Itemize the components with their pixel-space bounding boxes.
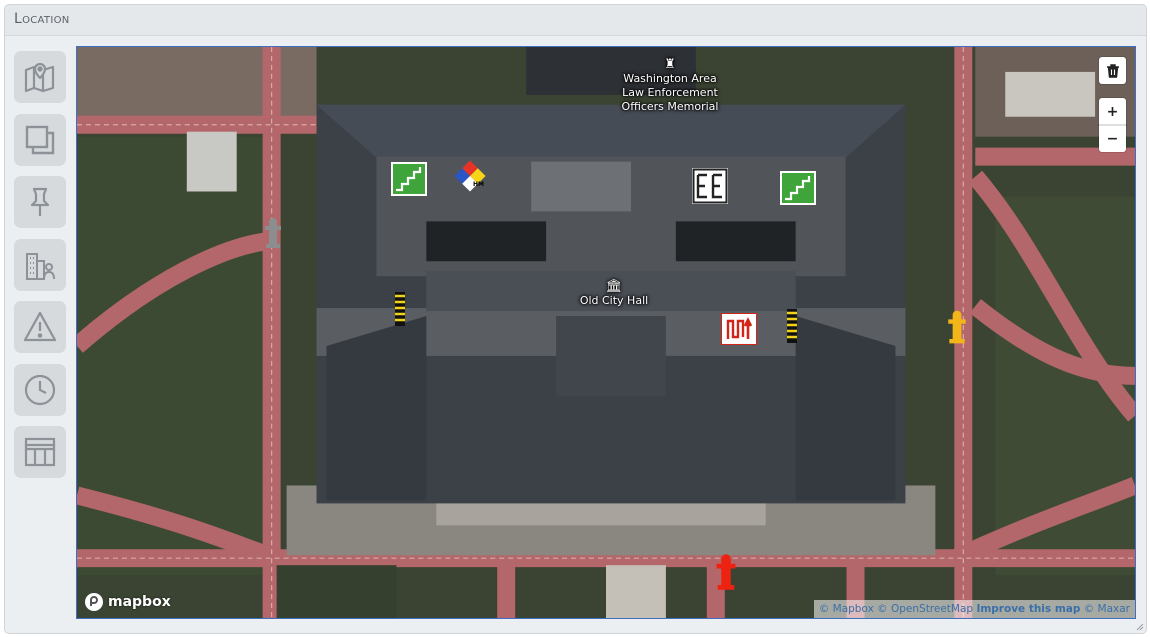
warning-button[interactable] <box>14 301 66 353</box>
monument-icon: ♜ <box>664 57 676 72</box>
panel-header: Location <box>5 5 1146 36</box>
map-toolbar <box>14 51 68 489</box>
map-pin-icon <box>24 62 55 93</box>
sprinkler-riser-icon <box>720 312 758 346</box>
attribution-osm[interactable]: © OpenStreetMap <box>877 603 973 615</box>
warning-icon <box>23 311 57 342</box>
mapbox-logo[interactable]: mapbox <box>84 592 171 612</box>
attribution-improve[interactable]: Improve this map <box>976 603 1080 615</box>
svg-text:HM: HM <box>473 181 484 188</box>
trash-icon <box>1106 63 1119 78</box>
panel-title: Location <box>14 11 70 27</box>
elevator-marker[interactable] <box>692 168 728 208</box>
mapbox-logo-text: mapbox <box>108 594 171 610</box>
hydrant-yellow-marker[interactable] <box>945 310 969 348</box>
stairs-marker-east[interactable] <box>780 171 816 209</box>
location-panel: Location ♜ Washington Area Law Enforceme… <box>4 4 1147 634</box>
zoom-in-label: + <box>1106 103 1119 120</box>
hydrant-yellow-icon <box>948 310 966 344</box>
zoom-out-label: − <box>1106 131 1119 147</box>
standpipe-icon <box>395 292 405 326</box>
standpipe-marker-west[interactable] <box>395 292 405 330</box>
clock-icon <box>24 374 56 405</box>
poi-cityhall-label: Old City Hall <box>579 294 649 307</box>
buildings-button[interactable] <box>14 238 66 291</box>
history-button[interactable] <box>14 363 66 416</box>
hydrant-red-marker[interactable] <box>713 553 739 595</box>
map-view[interactable]: ♜ Washington Area Law Enforcement Office… <box>76 46 1136 619</box>
hazmat-marker[interactable]: HM <box>452 158 488 198</box>
sprinkler-riser-marker[interactable] <box>720 312 758 349</box>
hydrant-red-icon <box>716 554 736 590</box>
standpipe-marker-east[interactable] <box>787 309 797 347</box>
hydrant-gray-icon <box>265 218 281 248</box>
stairs-marker-west[interactable] <box>391 162 427 200</box>
map-pin-button[interactable] <box>14 51 66 103</box>
table-button[interactable] <box>14 426 66 478</box>
map-attribution: © Mapbox © OpenStreetMap Improve this ma… <box>813 600 1135 618</box>
hazmat-icon: HM <box>454 160 486 192</box>
pushpin-icon <box>30 187 50 216</box>
poi-memorial-label: Washington Area Law Enforcement Officers… <box>621 72 719 113</box>
buildings-person-icon <box>26 252 55 280</box>
layers-button[interactable] <box>14 113 66 166</box>
stairs-icon <box>780 171 816 205</box>
table-icon <box>24 437 56 467</box>
standpipe-icon <box>787 309 797 343</box>
zoom-out-button[interactable]: − <box>1099 125 1126 152</box>
resize-grip-icon[interactable] <box>1136 623 1144 631</box>
mapbox-icon <box>85 593 103 611</box>
zoom-in-button[interactable]: + <box>1099 98 1126 125</box>
satellite-imagery <box>77 47 1135 618</box>
layers-icon <box>25 125 55 154</box>
delete-button[interactable] <box>1099 57 1126 84</box>
pushpin-button[interactable] <box>14 176 66 228</box>
attribution-mapbox[interactable]: © Mapbox <box>819 603 874 615</box>
poi-old-city-hall[interactable]: 🏛 Old City Hall <box>574 280 654 308</box>
hydrant-gray-marker[interactable] <box>262 218 284 252</box>
attribution-maxar[interactable]: © Maxar <box>1084 603 1130 615</box>
museum-icon: 🏛 <box>605 279 623 294</box>
elevator-icon <box>692 168 728 204</box>
stairs-icon <box>391 162 427 196</box>
poi-memorial[interactable]: ♜ Washington Area Law Enforcement Office… <box>615 57 725 114</box>
